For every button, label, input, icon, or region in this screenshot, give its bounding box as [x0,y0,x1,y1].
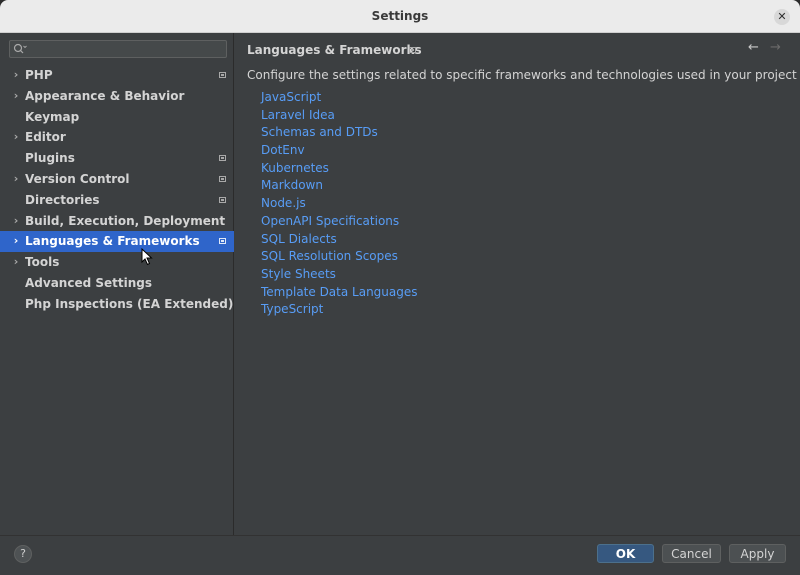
link-sql-resolution-scopes[interactable]: SQL Resolution Scopes [261,248,418,266]
sidebar-item-plugins[interactable]: Plugins [0,148,234,169]
sidebar-item-label: Advanced Settings [25,275,153,290]
link-dotenv[interactable]: DotEnv [261,142,418,160]
link-laravel-idea[interactable]: Laravel Idea [261,107,418,125]
project-scope-icon [219,238,226,245]
settings-window: Settings ✕ › PHP › Appearance & Behavior Key… [0,0,800,575]
chevron-right-icon[interactable]: › [11,127,21,148]
sidebar-item-label: Tools [25,255,60,270]
chevron-right-icon[interactable]: › [11,65,21,86]
link-openapi-specifications[interactable]: OpenAPI Specifications [261,213,418,231]
close-icon[interactable]: ✕ [774,9,790,25]
sidebar-item-keymap[interactable]: Keymap [0,107,234,128]
sidebar-item-editor[interactable]: › Editor [0,127,234,148]
page-description: Configure the settings related to specif… [247,68,797,82]
sidebar-item-label: Languages & Frameworks [25,234,200,249]
sidebar-item-label: Appearance & Behavior [25,88,185,103]
chevron-right-icon[interactable]: › [11,86,21,107]
project-scope-icon [219,175,226,182]
sidebar-item-label: Directories [25,192,100,207]
subsection-links: JavaScript Laravel Idea Schemas and DTDs Do… [261,89,418,319]
link-kubernetes[interactable]: Kubernetes [261,160,418,178]
sidebar-item-label: Version Control [25,171,130,186]
sidebar-item-label: PHP [25,68,53,82]
chevron-right-icon[interactable]: › [11,169,21,190]
sidebar-item-version-control[interactable]: › Version Control [0,169,234,190]
link-sql-dialects[interactable]: SQL Dialects [261,231,418,249]
page-title: Languages & Frameworks [247,43,422,57]
sidebar-item-appearance-behavior[interactable]: › Appearance & Behavior [0,86,234,107]
settings-tree: › PHP › Appearance & Behavior Keymap › Editor P… [0,65,234,315]
sidebar-item-label: Php Inspections (EA Extended) [25,296,234,311]
chevron-right-icon[interactable]: › [11,231,21,252]
sidebar-item-label: Plugins [25,151,75,166]
dialog-footer: ? OK Cancel Apply [0,535,800,575]
project-scope-icon [219,155,226,162]
cancel-button[interactable]: Cancel [662,544,721,563]
project-scope-icon [409,47,416,53]
project-scope-icon [219,72,226,78]
help-button[interactable]: ? [14,545,32,563]
sidebar-item-tools[interactable]: › Tools [0,252,234,273]
sidebar-item-label: Keymap [25,109,80,124]
link-schemas-and-dtds[interactable]: Schemas and DTDs [261,124,418,142]
sidebar-item-languages-frameworks[interactable]: › Languages & Frameworks [0,231,234,253]
sidebar-item-php[interactable]: › PHP [0,65,234,86]
link-style-sheets[interactable]: Style Sheets [261,266,418,284]
chevron-right-icon[interactable]: › [11,211,21,232]
project-scope-icon [219,196,226,203]
back-arrow-icon[interactable]: ← [748,40,759,55]
link-typescript[interactable]: TypeScript [261,301,418,319]
link-markdown[interactable]: Markdown [261,177,418,195]
search-icon [13,43,27,54]
sidebar-item-directories[interactable]: Directories [0,190,234,211]
mouse-pointer-icon [141,248,153,266]
link-javascript[interactable]: JavaScript [261,89,418,107]
sidebar-item-label: Build, Execution, Deployment [25,213,226,228]
sidebar-item-advanced-settings[interactable]: Advanced Settings [0,273,234,294]
title-bar: Settings ✕ [0,0,800,33]
link-node-js[interactable]: Node.js [261,195,418,213]
ok-button[interactable]: OK [597,544,654,563]
apply-button[interactable]: Apply [729,544,786,563]
forward-arrow-icon[interactable]: → [770,40,781,55]
window-title: Settings [371,9,429,23]
link-template-data-languages[interactable]: Template Data Languages [261,284,418,302]
settings-sidebar: › PHP › Appearance & Behavior Keymap › Editor P… [0,33,234,535]
chevron-right-icon[interactable]: › [11,252,21,273]
sidebar-item-label: Editor [25,130,66,145]
sidebar-item-php-inspections-ea-extended[interactable]: Php Inspections (EA Extended) [0,294,234,315]
search-input[interactable] [9,40,227,58]
main-panel: Languages & Frameworks ← → Configure the… [235,33,800,535]
sidebar-item-build-execution-deployment[interactable]: › Build, Execution, Deployment [0,211,234,232]
